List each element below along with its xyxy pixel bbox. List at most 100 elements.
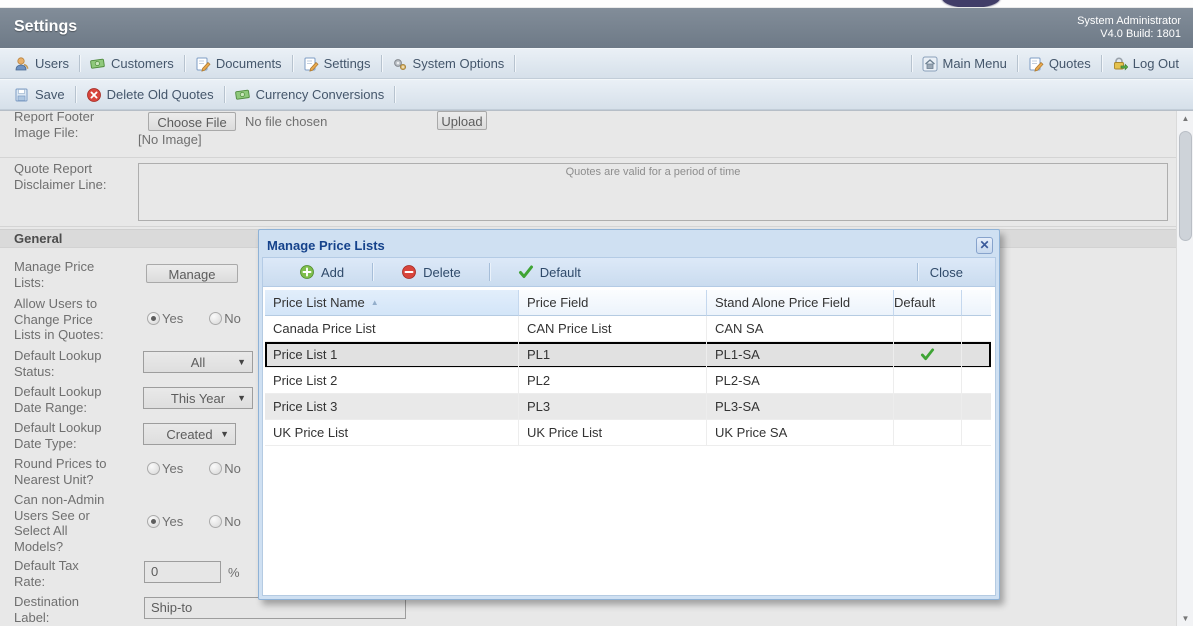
chevron-down-icon: ▼ — [220, 429, 229, 439]
chevron-down-icon: ▼ — [237, 393, 246, 403]
document-pencil-icon — [196, 57, 211, 72]
toolbar-separator — [488, 263, 490, 281]
nav-main-menu[interactable]: Main Menu — [912, 55, 1017, 72]
grid-cell: Price List 1 — [265, 342, 519, 368]
non-admin-no-radio[interactable] — [209, 515, 223, 528]
delete-label: Delete — [423, 264, 461, 280]
settings-form-area: Report Footer Image File: Choose File No… — [0, 110, 1193, 626]
column-label: Price Field — [527, 295, 589, 310]
tax-rate-label: Default Tax Rate: — [14, 558, 79, 589]
grid-cell: CAN Price List — [519, 316, 707, 342]
sort-asc-icon: ▲ — [370, 298, 379, 307]
row-divider — [0, 226, 1176, 227]
toolbar-separator — [372, 263, 374, 281]
nav-settings[interactable]: Settings — [293, 56, 381, 72]
manage-price-lists-label: Manage Price Lists: — [14, 259, 95, 290]
allow-change-yes-radio[interactable] — [147, 312, 160, 325]
delete-button[interactable]: Delete — [389, 264, 473, 280]
nav-system-options[interactable]: System Options — [382, 56, 515, 72]
close-label: Close — [929, 264, 963, 280]
delete-old-quotes-button[interactable]: Delete Old Quotes — [76, 87, 224, 103]
browser-top-strip — [0, 0, 1193, 8]
allow-change-no-radio[interactable] — [209, 312, 223, 325]
currency-conversions-label: Currency Conversions — [255, 87, 385, 102]
nav-customers[interactable]: Customers — [80, 56, 184, 72]
grid-cell: PL3 — [519, 394, 707, 420]
save-button[interactable]: Save — [4, 87, 75, 103]
logo-partial — [942, 0, 1000, 7]
account-info: System Administrator V4.0 Build: 1801 — [1077, 15, 1181, 41]
close-icon[interactable]: ✕ — [976, 236, 993, 254]
price-list-grid: Price List Name ▲ Price Field Stand Alon… — [265, 290, 991, 446]
column-label: Price List Name — [273, 295, 365, 310]
column-header-price-field[interactable]: Price Field — [519, 290, 707, 316]
allow-change-label: Allow Users to Change Price Lists in Quo… — [14, 296, 104, 342]
nav-documents[interactable]: Documents — [185, 56, 292, 72]
round-prices-yes-radio[interactable] — [147, 462, 160, 475]
home-icon — [921, 55, 938, 72]
check-icon — [518, 265, 533, 278]
price-list-row[interactable]: UK Price List UK Price List UK Price SA — [265, 420, 991, 446]
lookup-status-select[interactable]: All ▼ — [143, 351, 253, 373]
column-header-stand-alone-price-field[interactable]: Stand Alone Price Field — [707, 290, 894, 316]
spacer-cell — [962, 420, 991, 446]
document-pencil-icon — [1029, 57, 1044, 72]
add-button[interactable]: Add — [287, 264, 356, 280]
default-button[interactable]: Default — [506, 264, 593, 280]
default-cell — [894, 394, 962, 420]
scroll-up-arrow[interactable]: ▲ — [1177, 111, 1193, 127]
non-admin-yes-radio[interactable] — [147, 515, 160, 528]
price-list-row[interactable]: Price List 2 PL2 PL2-SA — [265, 368, 991, 394]
nav-quotes-label: Quotes — [1048, 56, 1091, 71]
lookup-date-type-select[interactable]: Created ▼ — [143, 423, 236, 445]
scrollbar-thumb[interactable] — [1179, 131, 1192, 241]
destination-input[interactable]: Ship-to — [144, 597, 406, 619]
report-footer-label: Report Footer Image File: — [14, 110, 95, 140]
price-list-row[interactable]: Canada Price List CAN Price List CAN SA — [265, 316, 991, 342]
choose-file-button[interactable]: Choose File — [148, 112, 236, 131]
allow-change-radios: Yes No — [147, 311, 241, 326]
document-pencil-icon — [304, 57, 319, 72]
nav-log-out[interactable]: Log Out — [1102, 56, 1189, 72]
scroll-down-arrow[interactable]: ▼ — [1177, 611, 1193, 626]
default-cell — [894, 368, 962, 394]
tax-rate-input[interactable]: 0 — [144, 561, 221, 583]
currency-conversions-button[interactable]: Currency Conversions — [225, 87, 395, 103]
column-header-price-list-name[interactable]: Price List Name ▲ — [265, 290, 519, 316]
price-list-row[interactable]: Price List 3 PL3 PL3-SA — [265, 394, 991, 420]
price-list-row[interactable]: Price List 1 PL1 PL1-SA — [265, 342, 991, 368]
disclaimer-textarea[interactable]: Quotes are valid for a period of time — [138, 163, 1168, 221]
grid-cell: PL1 — [519, 342, 707, 368]
grid-cell: Canada Price List — [265, 316, 519, 342]
gears-icon — [393, 58, 406, 70]
nav-system-options-label: System Options — [412, 56, 505, 71]
users-icon — [15, 56, 29, 71]
dialog-titlebar[interactable]: Manage Price Lists ✕ — [262, 233, 996, 257]
dialog-body: Price List Name ▲ Price Field Stand Alon… — [262, 287, 996, 596]
upload-button[interactable]: Upload — [437, 111, 487, 130]
column-header-default[interactable]: Default — [894, 290, 962, 316]
chevron-down-icon: ▼ — [237, 357, 246, 367]
lookup-date-type-label: Default Lookup Date Type: — [14, 420, 102, 451]
round-prices-no-radio[interactable] — [209, 462, 223, 475]
default-cell — [894, 316, 962, 342]
non-admin-label: Can non-Admin Users See or Select All Mo… — [14, 492, 105, 554]
nav-main-menu-label: Main Menu — [942, 56, 1007, 71]
no-label: No — [224, 311, 241, 326]
actions-toolbar: Save Delete Old Quotes Currency Conversi… — [0, 79, 1193, 110]
close-button[interactable]: Close — [918, 265, 975, 280]
grid-cell: PL2 — [519, 368, 707, 394]
price-list-grid-body: Canada Price List CAN Price List CAN SA Pri… — [265, 316, 991, 446]
add-label: Add — [321, 264, 345, 280]
page-scrollbar[interactable]: ▲ ▼ — [1176, 111, 1193, 626]
manage-price-lists-dialog: Manage Price Lists ✕ Add Delete Default … — [258, 229, 1000, 600]
nav-customers-label: Customers — [110, 56, 174, 71]
delete-icon — [401, 264, 417, 280]
nav-quotes[interactable]: Quotes — [1018, 56, 1101, 72]
save-label: Save — [35, 87, 65, 102]
grid-header: Price List Name ▲ Price Field Stand Alon… — [265, 290, 991, 316]
round-prices-label: Round Prices to Nearest Unit? — [14, 456, 107, 487]
lookup-date-range-select[interactable]: This Year ▼ — [143, 387, 253, 409]
manage-button[interactable]: Manage — [146, 264, 238, 283]
nav-users[interactable]: Users — [4, 56, 79, 72]
